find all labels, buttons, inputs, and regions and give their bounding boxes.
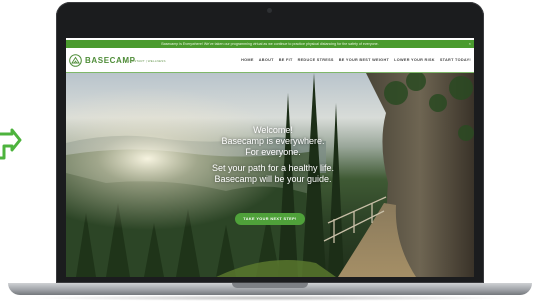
brand-tagline: FRESHSTART | WELLNESS [123, 59, 166, 63]
nav-start-today[interactable]: START TODAY! [440, 58, 471, 62]
take-next-step-button[interactable]: TAKE YOUR NEXT STEP! [235, 213, 305, 225]
announcement-text[interactable]: Basecamp is Everywhere! We've taken our … [161, 42, 378, 46]
nav-lower-your-risk[interactable]: LOWER YOUR RISK [394, 58, 435, 62]
hero-path: Set your path for a healthy life. [211, 163, 335, 173]
hero-section: Welcome! Basecamp is everywhere. For eve… [66, 73, 474, 277]
announcement-bar: Basecamp is Everywhere! We've taken our … [66, 40, 474, 48]
laptop-lid: Basecamp is Everywhere! We've taken our … [56, 2, 484, 283]
hero-for-everyone: For everyone. [245, 147, 301, 157]
hero-text: Welcome! Basecamp is everywhere. For eve… [184, 125, 362, 185]
nav-be-your-best-weight[interactable]: BE YOUR BEST WEIGHT [339, 58, 389, 62]
site-header: BASECAMP FRESHSTART | WELLNESS HOME ABOU… [66, 48, 474, 72]
nav-home[interactable]: HOME [241, 58, 254, 62]
hero-guide: Basecamp will be your guide. [214, 174, 332, 184]
webcam [267, 8, 272, 13]
main-nav: HOME ABOUT BE FIT REDUCE STRESS BE YOUR … [241, 58, 471, 62]
nav-reduce-stress[interactable]: REDUCE STRESS [298, 58, 334, 62]
hero-everywhere: Basecamp is everywhere. [221, 136, 325, 146]
laptop-notch [232, 283, 308, 288]
basecamp-logo-icon[interactable] [69, 54, 82, 67]
laptop-shadow [30, 295, 510, 301]
laptop-screen: Basecamp is Everywhere! We've taken our … [66, 38, 474, 277]
close-icon[interactable]: × [469, 40, 471, 48]
green-arrow-icon [0, 128, 22, 160]
nav-about[interactable]: ABOUT [259, 58, 274, 62]
hero-welcome: Welcome! [253, 125, 293, 135]
laptop-base [8, 283, 532, 295]
nav-be-fit[interactable]: BE FIT [279, 58, 293, 62]
